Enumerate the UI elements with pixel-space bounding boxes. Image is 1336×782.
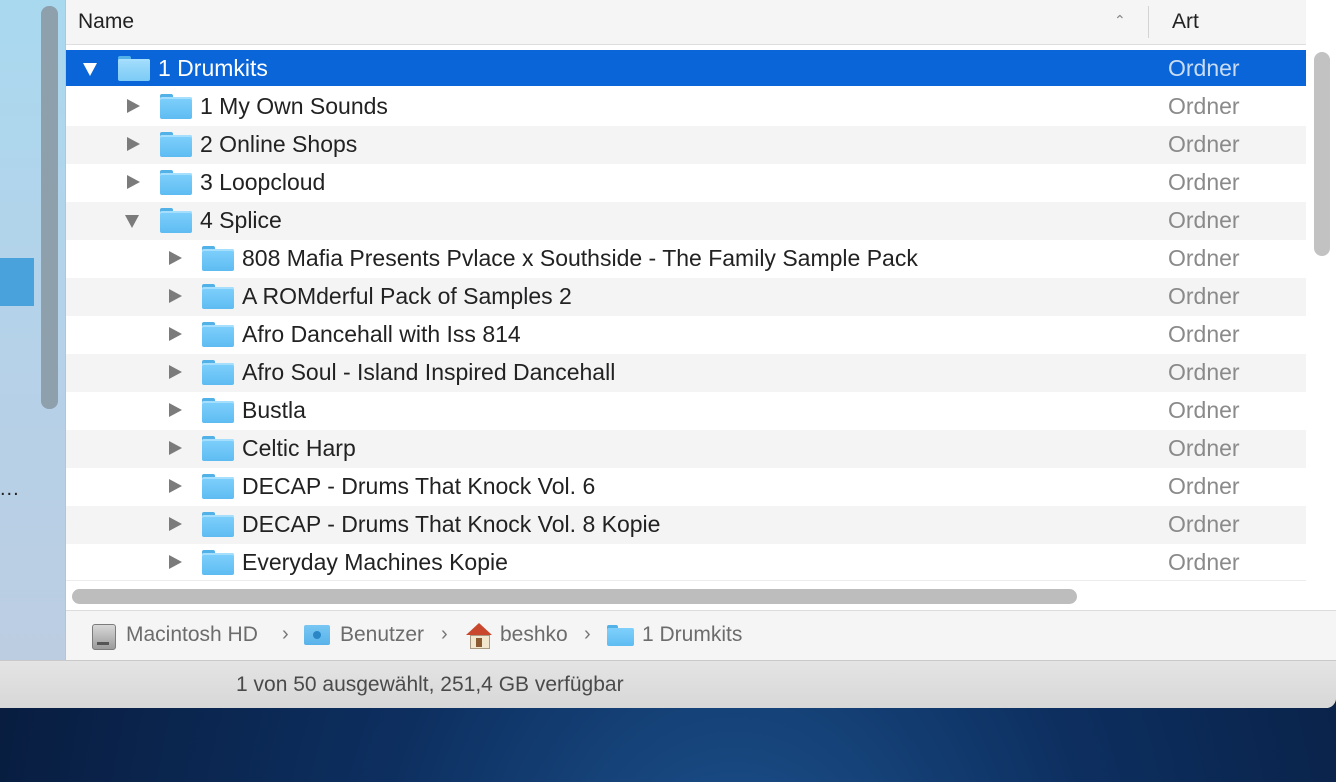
row-kind: Ordner <box>1168 511 1240 537</box>
column-header: Name ⌃ Art <box>66 0 1306 45</box>
row-name: DECAP - Drums That Knock Vol. 6 <box>242 473 596 499</box>
table-row[interactable]: Afro Dancehall with Iss 814 Ordner <box>66 316 1306 354</box>
folder-icon <box>202 398 234 423</box>
path-separator: › <box>584 623 591 645</box>
table-row[interactable]: DECAP - Drums That Knock Vol. 6 Ordner <box>66 468 1306 506</box>
row-name: 1 Drumkits <box>158 55 268 81</box>
row-kind: Ordner <box>1168 321 1240 347</box>
vertical-scrollbar[interactable] <box>1314 52 1330 256</box>
row-name: 2 Online Shops <box>200 131 358 157</box>
users-folder-icon[interactable] <box>304 625 330 645</box>
status-text: 1 von 50 ausgewählt, 251,4 GB verfügbar <box>236 673 624 696</box>
table-row[interactable]: 4 Splice Ordner <box>66 202 1306 240</box>
row-name: 808 Mafia Presents Pvlace x Southside - … <box>242 245 918 271</box>
table-row[interactable]: A ROMderful Pack of Samples 2 Ordner <box>66 278 1306 316</box>
path-separator: › <box>441 623 448 645</box>
row-kind: Ordner <box>1168 435 1240 461</box>
disclosure-closed-icon[interactable] <box>166 477 184 495</box>
folder-icon <box>160 170 192 195</box>
disclosure-closed-icon[interactable] <box>166 249 184 267</box>
path-item-benutzer[interactable]: Benutzer <box>340 623 424 647</box>
row-name: 3 Loopcloud <box>200 169 326 195</box>
folder-icon[interactable] <box>607 625 634 646</box>
row-name: A ROMderful Pack of Samples 2 <box>242 283 572 309</box>
folder-icon <box>202 550 234 575</box>
row-name: Afro Soul - Island Inspired Dancehall <box>242 359 616 385</box>
path-item-1-drumkits[interactable]: 1 Drumkits <box>642 623 742 647</box>
sidebar-overflow-text: ... <box>0 478 20 500</box>
row-name: Bustla <box>242 397 306 423</box>
folder-icon <box>202 436 234 461</box>
table-row[interactable]: 1 Drumkits Ordner <box>66 50 1306 86</box>
disclosure-closed-icon[interactable] <box>124 135 142 153</box>
table-row[interactable]: DECAP - Drums That Knock Vol. 8 Kopie Ord… <box>66 506 1306 544</box>
row-kind: Ordner <box>1168 169 1240 195</box>
row-kind: Ordner <box>1168 207 1240 233</box>
path-item-macintosh-hd[interactable]: Macintosh HD <box>126 623 258 647</box>
folder-icon <box>202 322 234 347</box>
folder-icon <box>118 56 150 81</box>
disclosure-open-icon[interactable] <box>124 211 142 229</box>
sidebar-scrollbar[interactable] <box>41 6 58 409</box>
sidebar-selected-item[interactable] <box>0 258 34 306</box>
home-icon[interactable] <box>466 623 492 649</box>
sort-ascending-icon[interactable]: ⌃ <box>1114 12 1126 29</box>
disclosure-closed-icon[interactable] <box>166 401 184 419</box>
folder-icon <box>160 132 192 157</box>
table-row[interactable]: 3 Loopcloud Ordner <box>66 164 1306 202</box>
row-name: 1 My Own Sounds <box>200 93 388 119</box>
row-kind: Ordner <box>1168 549 1240 575</box>
file-list: Name ⌃ Art 1 Drumkits Ordner 1 My Own Soun… <box>66 0 1336 611</box>
column-header-kind[interactable]: Art <box>1172 10 1199 34</box>
column-header-name[interactable]: Name <box>78 10 134 34</box>
row-kind: Ordner <box>1168 55 1240 81</box>
path-bar: Macintosh HD › Benutzer › beshko › 1 Dru… <box>66 610 1336 661</box>
disclosure-open-icon[interactable] <box>82 59 100 77</box>
row-kind: Ordner <box>1168 283 1240 309</box>
column-divider[interactable] <box>1148 6 1149 38</box>
row-name: 4 Splice <box>200 207 282 233</box>
folder-icon <box>202 474 234 499</box>
disclosure-closed-icon[interactable] <box>166 325 184 343</box>
row-name: Everyday Machines Kopie <box>242 549 508 575</box>
path-item-beshko[interactable]: beshko <box>500 623 568 647</box>
row-kind: Ordner <box>1168 359 1240 385</box>
row-kind: Ordner <box>1168 93 1240 119</box>
hard-drive-icon[interactable] <box>92 624 116 650</box>
row-kind: Ordner <box>1168 473 1240 499</box>
disclosure-closed-icon[interactable] <box>166 439 184 457</box>
horizontal-scroll-track <box>66 580 1306 611</box>
finder-window: ... Name ⌃ Art 1 Drumkits Ordner 1 My Own … <box>0 0 1336 708</box>
table-row[interactable]: 808 Mafia Presents Pvlace x Southside - … <box>66 240 1306 278</box>
file-rows: 1 Drumkits Ordner 1 My Own Sounds Ordner 2 O… <box>66 50 1306 580</box>
disclosure-closed-icon[interactable] <box>166 363 184 381</box>
table-row[interactable]: Afro Soul - Island Inspired Dancehall Ord… <box>66 354 1306 392</box>
path-separator: › <box>282 623 289 645</box>
table-row[interactable]: 2 Online Shops Ordner <box>66 126 1306 164</box>
row-name: Celtic Harp <box>242 435 356 461</box>
disclosure-closed-icon[interactable] <box>124 97 142 115</box>
disclosure-closed-icon[interactable] <box>166 553 184 571</box>
row-kind: Ordner <box>1168 245 1240 271</box>
folder-icon <box>160 208 192 233</box>
table-row[interactable]: 1 My Own Sounds Ordner <box>66 88 1306 126</box>
horizontal-scrollbar[interactable] <box>72 589 1077 604</box>
disclosure-closed-icon[interactable] <box>124 173 142 191</box>
row-name: DECAP - Drums That Knock Vol. 8 Kopie <box>242 511 661 537</box>
folder-icon <box>160 94 192 119</box>
row-name: Afro Dancehall with Iss 814 <box>242 321 521 347</box>
table-row[interactable]: Celtic Harp Ordner <box>66 430 1306 468</box>
table-row[interactable]: Bustla Ordner <box>66 392 1306 430</box>
folder-icon <box>202 246 234 271</box>
folder-icon <box>202 512 234 537</box>
status-bar: 1 von 50 ausgewählt, 251,4 GB verfügbar <box>0 660 1336 708</box>
row-kind: Ordner <box>1168 131 1240 157</box>
row-kind: Ordner <box>1168 397 1240 423</box>
disclosure-closed-icon[interactable] <box>166 515 184 533</box>
folder-icon <box>202 360 234 385</box>
sidebar: ... <box>0 0 66 660</box>
table-row[interactable]: Everyday Machines Kopie Ordner <box>66 544 1306 580</box>
disclosure-closed-icon[interactable] <box>166 287 184 305</box>
folder-icon <box>202 284 234 309</box>
